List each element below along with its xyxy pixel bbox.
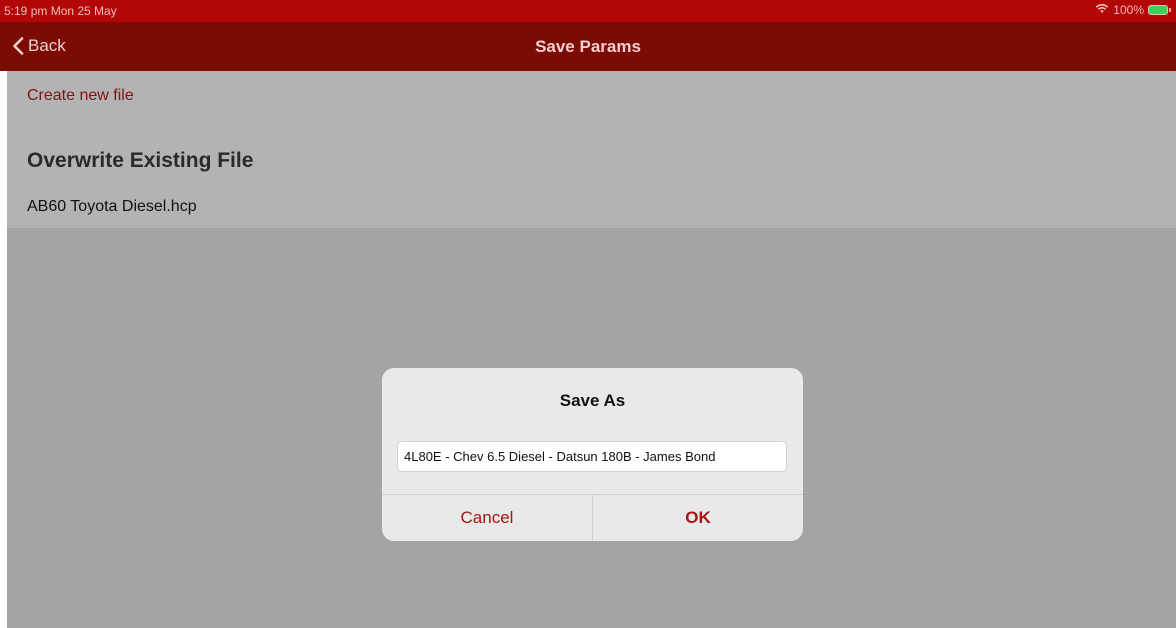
dialog-button-row: Cancel OK xyxy=(382,495,803,541)
save-as-dialog: Save As Cancel OK xyxy=(382,368,803,541)
status-right: 100% xyxy=(1095,3,1171,17)
battery-charging-icon xyxy=(1148,5,1171,15)
battery-percent: 100% xyxy=(1113,3,1144,17)
file-list: Create new file Overwrite Existing File … xyxy=(7,71,1176,228)
page-title: Save Params xyxy=(535,37,641,56)
navigation-bar: Back Save Params xyxy=(0,22,1176,71)
wifi-icon xyxy=(1095,3,1109,17)
status-bar: 5:19 pm Mon 25 May 100% xyxy=(0,0,1176,22)
content-area: Create new file Overwrite Existing File … xyxy=(7,71,1176,628)
status-time-date: 5:19 pm Mon 25 May xyxy=(4,4,117,18)
cancel-button[interactable]: Cancel xyxy=(382,495,593,541)
create-new-file-link[interactable]: Create new file xyxy=(27,87,134,105)
list-item[interactable]: AB60 Toyota Diesel.hcp xyxy=(27,198,197,216)
ok-button[interactable]: OK xyxy=(593,495,803,541)
dialog-title: Save As xyxy=(559,391,626,410)
filename-input[interactable] xyxy=(397,441,787,472)
overwrite-section-heading: Overwrite Existing File xyxy=(27,149,254,172)
screen: 5:19 pm Mon 25 May 100% Back Save Params… xyxy=(0,0,1176,628)
